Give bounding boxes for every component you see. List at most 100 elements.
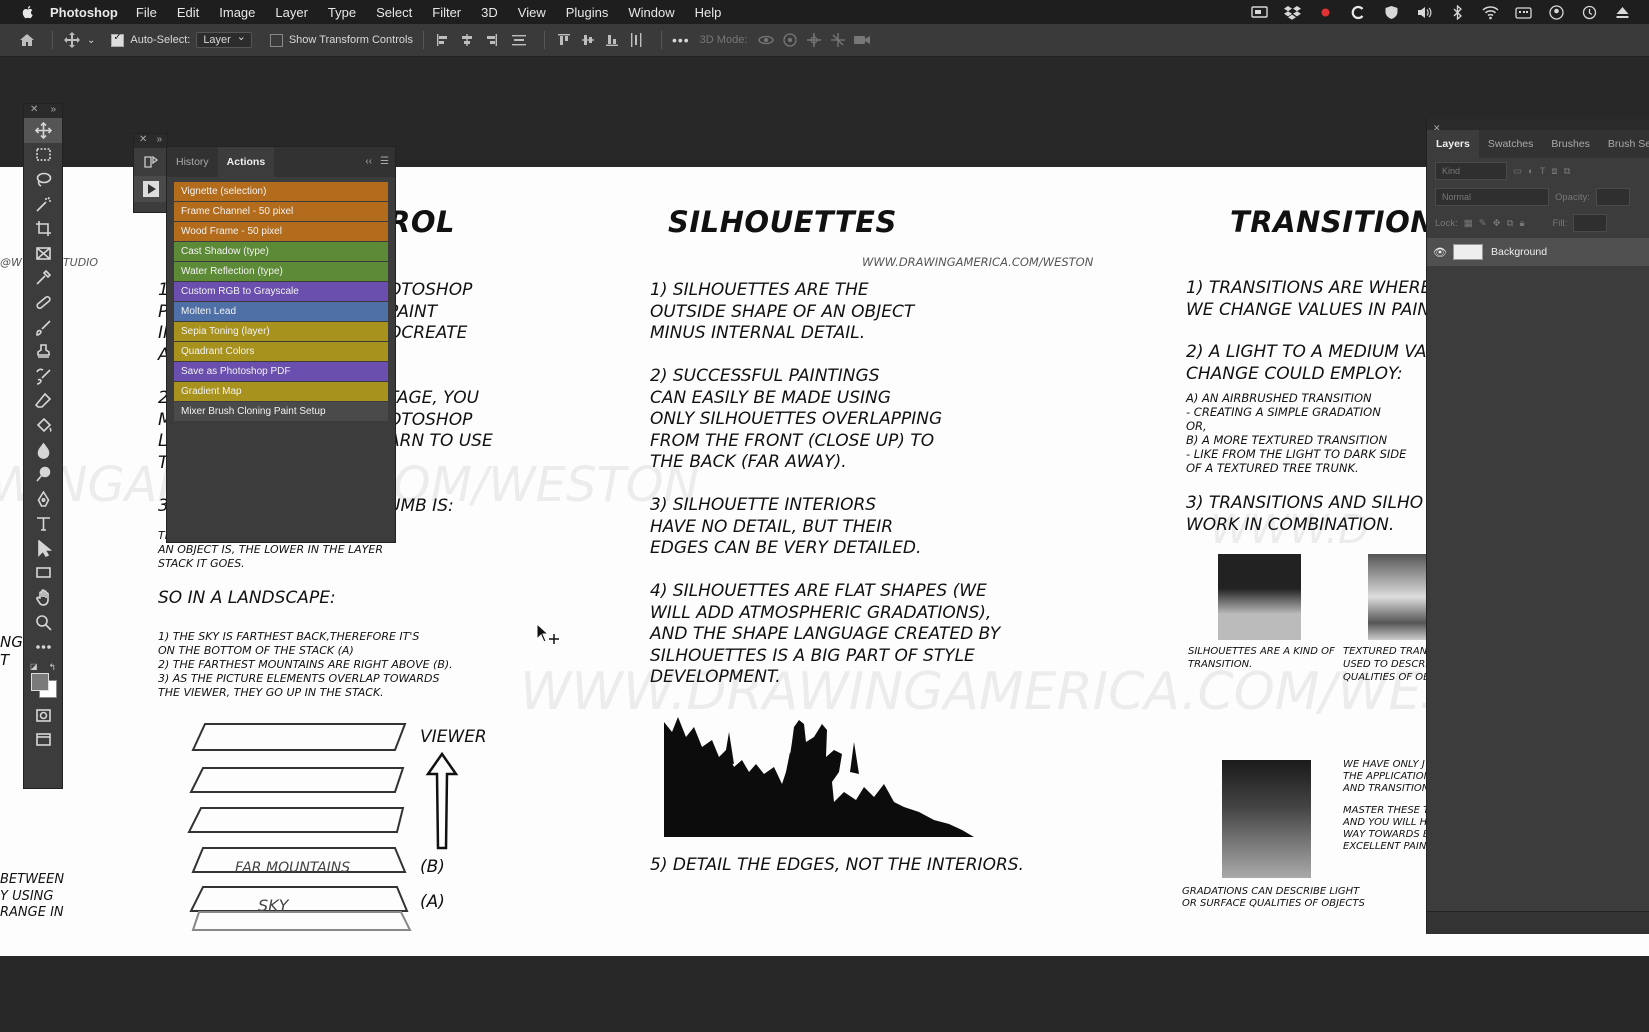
action-item[interactable]: Save as Photoshop PDF — [174, 362, 388, 381]
edit-toolbar[interactable] — [24, 634, 62, 659]
tab-swatches[interactable]: Swatches — [1479, 130, 1543, 158]
menu-help[interactable]: Help — [695, 5, 722, 20]
3d-pan-icon[interactable] — [805, 31, 823, 49]
auto-select-dropdown[interactable]: Layer — [196, 30, 252, 48]
menu-3d[interactable]: 3D — [481, 5, 498, 20]
volume-icon[interactable] — [1416, 5, 1433, 20]
foreground-color-swatch[interactable] — [31, 673, 49, 692]
lasso-tool[interactable] — [24, 167, 62, 192]
clone-stamp-tool[interactable] — [24, 339, 62, 364]
move-tool[interactable] — [24, 118, 62, 143]
blur-tool[interactable] — [24, 438, 62, 463]
swap-colors-icon[interactable]: ↰ — [48, 662, 56, 673]
filter-adjustment-icon[interactable]: ◐ — [1528, 166, 1534, 177]
magic-wand-tool[interactable] — [24, 192, 62, 217]
auto-select-checkbox[interactable] — [111, 32, 125, 47]
expand-icon[interactable]: » — [50, 104, 56, 118]
panel-menu-icon[interactable]: ☰ — [380, 156, 389, 167]
zoom-tool[interactable] — [24, 610, 62, 635]
lock-pixels-icon[interactable]: ▦ — [1464, 218, 1473, 229]
align-middle-v-icon[interactable] — [579, 31, 597, 49]
menu-type[interactable]: Type — [328, 5, 356, 20]
pen-tool[interactable] — [24, 487, 62, 512]
tab-brushes[interactable]: Brushes — [1542, 130, 1599, 158]
path-selection-tool[interactable] — [24, 536, 62, 561]
move-tool-icon[interactable] — [63, 31, 81, 49]
align-left-icon[interactable] — [434, 31, 452, 49]
type-tool[interactable] — [24, 512, 62, 537]
visibility-eye-icon[interactable]: 👁︎ — [1427, 246, 1453, 259]
opacity-field[interactable] — [1595, 188, 1630, 206]
distribute-icon[interactable] — [510, 31, 528, 49]
eyedropper-tool[interactable] — [24, 266, 62, 291]
keyboard-icon[interactable] — [1515, 5, 1532, 20]
layer-row-background[interactable]: 👁︎ Background — [1427, 238, 1649, 266]
screen-mode-button[interactable] — [24, 728, 62, 753]
healing-brush-tool[interactable] — [24, 290, 62, 315]
wifi-icon[interactable] — [1482, 5, 1499, 20]
app-menu[interactable]: Photoshop — [50, 5, 118, 20]
action-item[interactable]: Water Reflection (type) — [174, 262, 388, 281]
show-transform-checkbox[interactable] — [269, 33, 283, 47]
3d-orbit-icon[interactable] — [757, 31, 775, 49]
tab-actions[interactable]: Actions — [217, 147, 275, 177]
action-item[interactable]: Sepia Toning (layer) — [174, 322, 388, 341]
menu-select[interactable]: Select — [376, 5, 412, 20]
fill-field[interactable] — [1573, 214, 1608, 232]
time-machine-icon[interactable] — [1581, 5, 1598, 20]
history-panel-button[interactable] — [134, 148, 167, 176]
menu-filter[interactable]: Filter — [432, 5, 461, 20]
dropbox-icon[interactable] — [1284, 5, 1301, 20]
action-item[interactable]: Quadrant Colors — [174, 342, 388, 361]
user-icon[interactable] — [1548, 4, 1565, 20]
menu-edit[interactable]: Edit — [177, 5, 199, 20]
frame-tool[interactable] — [24, 241, 62, 266]
menu-image[interactable]: Image — [219, 5, 255, 20]
shield-icon[interactable] — [1383, 5, 1400, 20]
menu-layer[interactable]: Layer — [275, 5, 308, 20]
action-item[interactable]: Frame Channel - 50 pixel — [174, 202, 388, 221]
crop-tool[interactable] — [24, 216, 62, 241]
filter-smart-object-icon[interactable]: ⧉ — [1564, 166, 1571, 177]
close-icon[interactable]: ✕ — [30, 104, 38, 118]
actions-panel-button[interactable] — [134, 176, 167, 202]
align-right-icon[interactable] — [482, 31, 500, 49]
menu-file[interactable]: File — [136, 5, 157, 20]
eject-icon[interactable] — [1614, 5, 1631, 20]
menu-plugins[interactable]: Plugins — [566, 5, 609, 20]
align-center-h-icon[interactable] — [458, 31, 476, 49]
3d-camera-icon[interactable] — [853, 31, 871, 49]
3d-slide-icon[interactable] — [829, 31, 847, 49]
quick-mask-button[interactable] — [24, 703, 62, 728]
collapse-icon[interactable]: ‹‹ — [365, 156, 372, 167]
action-item[interactable]: Gradient Map — [174, 382, 388, 401]
more-options-icon[interactable]: ••• — [672, 32, 690, 48]
menu-window[interactable]: Window — [628, 5, 674, 20]
expand-icon[interactable]: » — [156, 134, 162, 148]
layer-name[interactable]: Background — [1491, 246, 1547, 258]
tab-brush-settings[interactable]: Brush Se — [1599, 130, 1649, 158]
lock-position-icon[interactable]: ✥ — [1493, 218, 1501, 229]
action-item[interactable]: Cast Shadow (type) — [174, 242, 388, 261]
default-colors-icon[interactable]: ◪ — [30, 662, 38, 671]
action-item[interactable]: Wood Frame - 50 pixel — [174, 222, 388, 241]
menu-view[interactable]: View — [518, 5, 546, 20]
action-item[interactable]: Molten Lead — [174, 302, 388, 321]
paint-bucket-tool[interactable] — [24, 413, 62, 438]
lock-all-icon[interactable]: 🔒︎ — [1519, 218, 1524, 229]
dodge-tool[interactable] — [24, 462, 62, 487]
filter-pixel-icon[interactable]: ▭ — [1513, 166, 1522, 177]
action-item[interactable]: Mixer Brush Cloning Paint Setup — [174, 402, 388, 421]
color-swatches[interactable]: ◪ ↰ — [24, 659, 62, 703]
tab-layers[interactable]: Layers — [1427, 130, 1479, 158]
3d-roll-icon[interactable] — [781, 31, 799, 49]
apple-icon[interactable] — [20, 4, 36, 20]
lock-paint-icon[interactable]: ✎ — [1479, 218, 1487, 229]
marquee-tool[interactable] — [24, 143, 62, 168]
record-icon[interactable] — [1317, 5, 1334, 20]
lock-artboard-icon[interactable]: ⧉ — [1507, 218, 1514, 229]
c-app-icon[interactable] — [1350, 5, 1367, 20]
rectangle-tool[interactable] — [24, 561, 62, 586]
layer-kind-filter[interactable]: Kind — [1435, 162, 1507, 180]
blend-mode-dropdown[interactable]: Normal — [1435, 188, 1549, 206]
